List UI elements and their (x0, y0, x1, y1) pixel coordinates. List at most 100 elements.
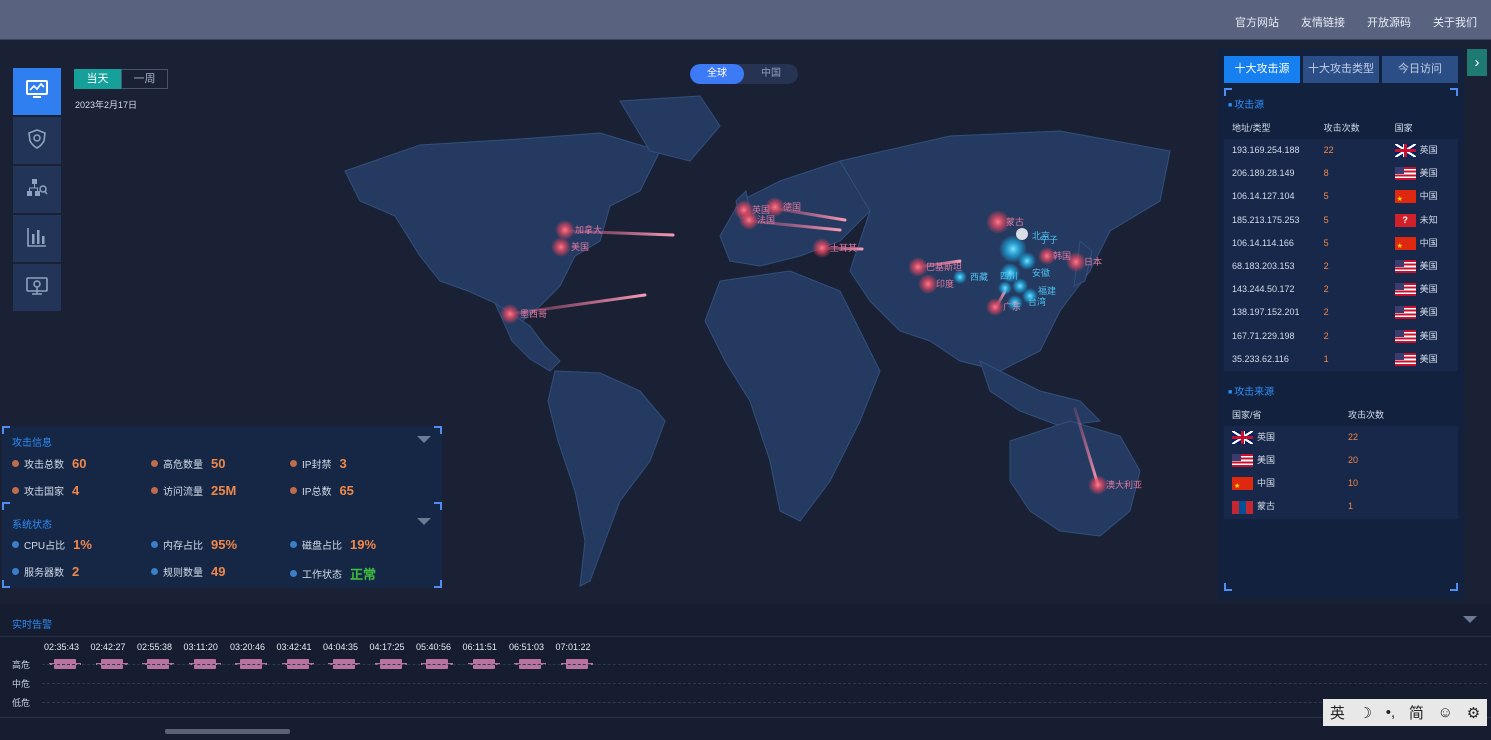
china-button[interactable]: 中国 (744, 64, 798, 84)
cn-flag-icon (1394, 235, 1416, 258)
stat-item: 高危数量 50 (151, 456, 225, 471)
table-row[interactable]: 138.197.152.201 2 美国 (1224, 301, 1458, 324)
table-row[interactable]: 68.183.203.153 2 美国 (1224, 255, 1458, 278)
collapse-attack-info[interactable] (417, 436, 431, 443)
table-row[interactable]: 193.169.254.188 22 英国 (1224, 139, 1458, 162)
us-flag-icon (1394, 306, 1416, 320)
link-open-source[interactable]: 开放源码 (1367, 14, 1411, 30)
attack-count: 2 (1323, 307, 1329, 318)
attack-count: 5 (1323, 214, 1329, 225)
moon-icon[interactable]: ☽ (1359, 704, 1372, 722)
network-search-icon (26, 178, 48, 201)
stat-value: 65 (339, 483, 354, 498)
table-row[interactable]: 35.233.62.116 1 美国 (1224, 348, 1458, 371)
status-dot-icon (151, 487, 158, 494)
stat-item: 服务器数 2 (12, 564, 79, 579)
country-cell: 美国 (1394, 348, 1458, 371)
source-ip: 185.213.175.253 (1232, 214, 1300, 225)
table-row[interactable]: 106.14.127.104 5 中国 (1224, 185, 1458, 212)
nav-security[interactable] (13, 117, 61, 164)
label-turkey: 土耳其 (830, 242, 857, 253)
country-name: 英国 (1419, 145, 1438, 155)
tab-today-visits[interactable]: 今日访问 (1382, 56, 1458, 83)
tab-top-types[interactable]: 十大攻击类型 (1303, 56, 1379, 83)
global-button[interactable]: 全球 (690, 64, 744, 84)
nav-network[interactable] (13, 166, 61, 213)
status-dot-icon (12, 568, 19, 575)
tab-top-sources[interactable]: 十大攻击源 (1224, 56, 1300, 83)
stat-value: 49 (211, 564, 226, 579)
origin-name: 英国 (1257, 431, 1276, 442)
status-dot-icon (290, 541, 297, 548)
link-friend-links[interactable]: 友情链接 (1301, 14, 1345, 30)
source-ip: 106.14.114.166 (1232, 237, 1294, 248)
collapse-alerts[interactable] (1463, 616, 1477, 623)
header-region: 国家/省 (1232, 409, 1262, 420)
africa-shape (704, 270, 881, 522)
nav-statistics[interactable] (13, 215, 61, 262)
today-button[interactable]: 当天 (74, 69, 121, 89)
table-row[interactable]: 106.14.114.166 5 中国 (1224, 232, 1458, 258)
ime-lang-toggle[interactable]: 英 (1330, 702, 1345, 723)
origins-body: 英国 22 美国 20 中国 10 蒙古 1 (1224, 425, 1458, 519)
origin-cell: 美国 (1232, 449, 1348, 472)
attack-count: 2 (1323, 260, 1329, 271)
ime-script-toggle[interactable]: 简 (1409, 702, 1424, 723)
shield-icon (27, 129, 47, 152)
label-japan: 日本 (1084, 256, 1102, 267)
settings-gear-icon[interactable]: ⚙ (1467, 704, 1480, 722)
alert-time: 03:11:20 (183, 642, 218, 652)
punctuation-icon[interactable]: •, (1386, 704, 1395, 721)
source-ip: 193.169.254.188 (1232, 145, 1300, 155)
origin-count: 10 (1348, 478, 1359, 489)
attack-count: 2 (1323, 284, 1329, 295)
table-row[interactable]: 中国 10 (1224, 472, 1458, 499)
link-official-site[interactable]: 官方网站 (1235, 14, 1279, 30)
stat-value: 4 (72, 483, 80, 498)
horizontal-scrollbar[interactable] (165, 729, 290, 734)
us-flag-icon (1394, 260, 1416, 274)
southeast-asia-shape (979, 360, 1102, 427)
country-cell: 英国 (1394, 139, 1458, 162)
attack-count: 22 (1323, 145, 1334, 155)
stat-value: 2 (72, 564, 80, 579)
cn-flag-icon (1394, 188, 1416, 212)
emoji-icon[interactable]: ☺ (1438, 704, 1453, 721)
collapse-system-status[interactable] (417, 518, 431, 525)
stat-label: CPU占比 (24, 541, 66, 552)
country-name: 美国 (1419, 168, 1438, 179)
origin-cell: 中国 (1232, 472, 1348, 499)
stat-item: 规则数量 49 (151, 564, 225, 579)
corner-decoration (1450, 88, 1458, 96)
stat-item: IP总数 65 (290, 483, 354, 498)
status-dot-icon (12, 487, 19, 494)
table-row[interactable]: 167.71.229.198 2 美国 (1224, 325, 1458, 348)
table-row[interactable]: 206.189.28.149 8 美国 (1224, 162, 1458, 185)
panel-toggle-arrow[interactable]: › (1467, 49, 1487, 76)
stat-value: 25M (211, 483, 237, 498)
sources-table: 地址/类型 攻击次数 国家 193.169.254.188 22 英国 206.189… (1224, 117, 1458, 371)
table-row[interactable]: 蒙古 1 (1224, 495, 1458, 518)
alert-time: 02:42:27 (90, 642, 126, 652)
stat-value: 50 (211, 456, 226, 471)
alert-time: 07:01:22 (555, 642, 591, 652)
origin-cell: 蒙古 (1232, 495, 1348, 518)
label-mexico: 墨西哥 (520, 309, 547, 319)
source-ip: 143.244.50.172 (1232, 284, 1295, 295)
corner-decoration (2, 502, 10, 510)
stat-value: 3 (339, 456, 347, 471)
table-row[interactable]: 美国 20 (1224, 449, 1458, 472)
origin-cell: 英国 (1232, 426, 1348, 449)
nav-monitor[interactable] (13, 68, 61, 115)
table-row[interactable]: 185.213.175.253 5? 未知 (1224, 209, 1458, 232)
nav-location[interactable] (13, 264, 61, 311)
source-ip: 106.14.127.104 (1232, 191, 1295, 202)
week-button[interactable]: 一周 (121, 69, 168, 89)
corner-decoration (1224, 88, 1232, 96)
right-panel: 十大攻击源 十大攻击类型 今日访问 攻击源 地址/类型 攻击次数 国家 193.… (1218, 49, 1464, 599)
table-row[interactable]: 143.244.50.172 2 美国 (1224, 278, 1458, 301)
country-cell: 中国 (1394, 232, 1458, 258)
grid-line (42, 683, 1487, 684)
table-row[interactable]: 英国 22 (1224, 426, 1458, 449)
link-about-us[interactable]: 关于我们 (1433, 14, 1477, 30)
